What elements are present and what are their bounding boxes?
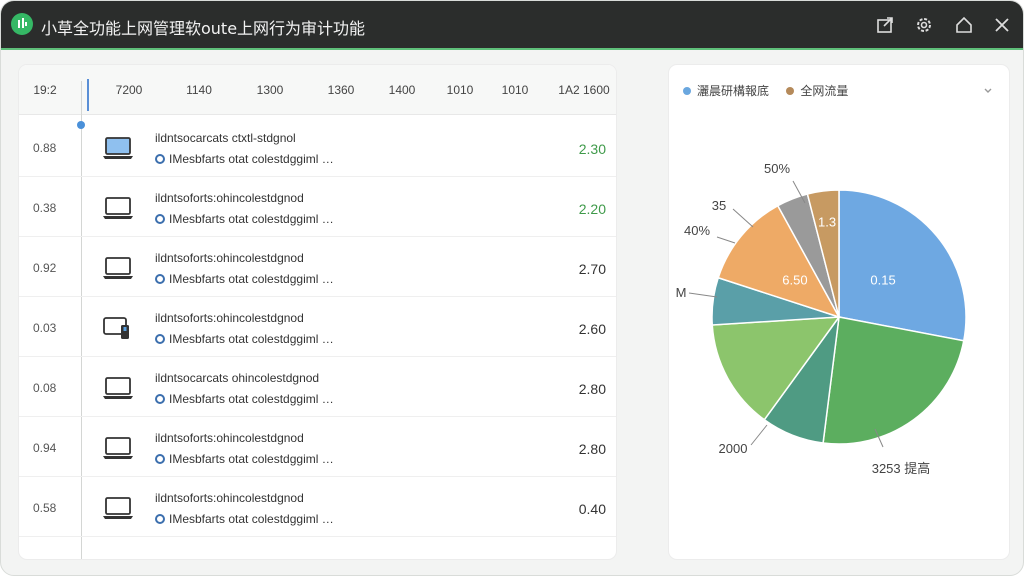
axis-tick-label: 1360 — [327, 83, 355, 97]
row-value: 2.80 — [578, 381, 606, 397]
activity-log-panel: 19:2 7200 1140 1300 1360 1400 1010 1010 … — [19, 65, 616, 559]
chart-annotation: 50% — [764, 161, 790, 176]
axis-tick-label: 1140 — [186, 83, 212, 97]
pie-slice[interactable] — [838, 189, 967, 342]
activity-row[interactable]: 0.94 ildntsoforts:ohincolestdgnod IMesbfar… — [19, 417, 616, 477]
row-subtitle-text: IMesbfarts otat colestdggiml … — [169, 452, 334, 466]
app-logo-icon — [11, 13, 33, 35]
row-time: 0.92 — [33, 261, 57, 275]
settings-button[interactable] — [913, 14, 935, 36]
row-title: ildntsoforts:ohincolestdgnod — [155, 491, 304, 505]
home-icon — [956, 16, 972, 33]
pie-slice[interactable] — [822, 316, 965, 445]
laptop-icon — [101, 375, 135, 401]
row-subtitle-text: IMesbfarts otat colestdggiml … — [169, 272, 334, 286]
row-subtitle-text: IMesbfarts otat colestdggiml … — [169, 212, 334, 226]
activity-row[interactable]: 0.08 ildntsocarcats ohincolestdgnod IMesbf… — [19, 357, 616, 417]
row-subtitle-text: IMesbfarts otat colestdggiml … — [169, 332, 334, 346]
activity-row[interactable]: 0.38 ildntsoforts:ohincolestdgnod IMesbfar… — [19, 177, 616, 237]
axis-tick-label: 1010 — [501, 83, 529, 97]
status-dot-icon — [155, 274, 165, 284]
row-title: ildntsoforts:ohincolestdgnod — [155, 431, 304, 445]
row-value: 2.20 — [578, 201, 606, 217]
settings-icon — [917, 18, 931, 32]
row-subtitle: IMesbfarts otat colestdggiml … — [155, 452, 334, 466]
status-dot-icon — [155, 214, 165, 224]
window-title: 小草全功能上网管理软oute上网行为审计功能 — [41, 19, 366, 38]
activity-row[interactable]: 0.03 ildntsoforts:ohincolestdgnod IMesbfar… — [19, 297, 616, 357]
activity-row[interactable]: 0.58 ildntsoforts:ohincolestdgnod IMesbfar… — [19, 477, 616, 537]
chart-annotation: 35 — [712, 198, 726, 213]
row-time: 0.88 — [33, 141, 57, 155]
row-value: 0.40 — [578, 501, 606, 517]
axis-tick-label: 1400 — [388, 83, 416, 97]
desktop-icon — [101, 315, 135, 341]
row-subtitle: IMesbfarts otat colestdggiml … — [155, 512, 334, 526]
laptop-icon — [101, 435, 135, 461]
row-value: 2.70 — [578, 261, 606, 277]
laptop-icon — [101, 135, 135, 161]
pie-slice-label: 6.50 — [782, 273, 807, 288]
title-bar: 小草全功能上网管理软oute上网行为审计功能 — [1, 1, 1023, 50]
chart-annotation: M — [676, 285, 687, 300]
traffic-chart-panel: 灑晨研構報底 全网流量 0.15 6.50 1.3 50% 35 40% M 2000 3253… — [669, 65, 1009, 559]
row-time: 0.94 — [33, 441, 57, 455]
axis-tick-label: 7200 — [115, 83, 143, 97]
axis-tick-label: 19:2 — [33, 83, 57, 97]
export-button[interactable] — [874, 14, 896, 36]
row-value: 2.80 — [578, 441, 606, 457]
close-icon — [995, 18, 1009, 32]
axis-tick-label: 1A2 1600 — [558, 83, 610, 97]
axis-tick-label: 1300 — [256, 83, 284, 97]
status-dot-icon — [155, 454, 165, 464]
row-value: 2.30 — [578, 141, 606, 157]
axis-tick-label: 1010 — [446, 83, 474, 97]
export-icon — [877, 17, 893, 33]
row-title: ildntsoforts:ohincolestdgnod — [155, 311, 304, 325]
laptop-icon — [101, 195, 135, 221]
chart-annotation: 40% — [684, 223, 710, 238]
app-window: 小草全功能上网管理软oute上网行为审计功能 19:2 7200 1140 13… — [0, 0, 1024, 576]
annotation-leader-line — [716, 236, 736, 244]
annotation-leader-line — [688, 292, 718, 298]
status-dot-icon — [155, 514, 165, 524]
row-time: 0.08 — [33, 381, 57, 395]
row-subtitle: IMesbfarts otat colestdggiml … — [155, 212, 334, 226]
activity-row[interactable]: 0.88 ildntsocarcats ctxtl-stdgnol IMesbfar… — [19, 117, 616, 177]
timeline-cursor-handle[interactable] — [87, 79, 89, 111]
row-time: 0.03 — [33, 321, 57, 335]
traffic-pie-chart: 0.15 6.50 1.3 50% 3540% M 2000 3253 提高 — [676, 161, 967, 476]
chart-annotation: 2000 — [719, 441, 748, 456]
row-subtitle-text: IMesbfarts otat colestdggiml … — [169, 152, 334, 166]
chart-annotation: 3253 提高 — [872, 461, 931, 476]
row-time: 0.58 — [33, 501, 57, 515]
row-value: 2.60 — [578, 321, 606, 337]
row-title: ildntsocarcats ohincolestdgnod — [155, 371, 320, 385]
status-dot-icon — [155, 154, 165, 164]
laptop-icon — [101, 495, 135, 521]
activity-row[interactable]: 0.92 ildntsoforts:ohincolestdgnod IMesbfar… — [19, 237, 616, 297]
laptop-icon — [101, 255, 135, 281]
row-title: ildntsoforts:ohincolestdgnod — [155, 251, 304, 265]
row-subtitle-text: IMesbfarts otat colestdggiml … — [169, 512, 334, 526]
annotation-leader-line — [732, 208, 754, 228]
pie-slice-label: 0.15 — [870, 273, 895, 288]
status-dot-icon — [155, 334, 165, 344]
time-axis: 19:2 7200 1140 1300 1360 1400 1010 1010 … — [19, 65, 616, 115]
row-subtitle: IMesbfarts otat colestdggiml … — [155, 152, 334, 166]
row-title: ildntsocarcats ctxtl-stdgnol — [155, 131, 296, 145]
pie-slice-label: 1.3 — [818, 215, 836, 230]
row-subtitle-text: IMesbfarts otat colestdggiml … — [169, 392, 334, 406]
annotation-leader-line — [750, 424, 768, 446]
row-title: ildntsoforts:ohincolestdgnod — [155, 191, 304, 205]
home-button[interactable] — [953, 14, 975, 36]
status-dot-icon — [155, 394, 165, 404]
close-button[interactable] — [991, 14, 1013, 36]
row-subtitle: IMesbfarts otat colestdggiml … — [155, 332, 334, 346]
row-subtitle: IMesbfarts otat colestdggiml … — [155, 272, 334, 286]
row-time: 0.38 — [33, 201, 57, 215]
row-subtitle: IMesbfarts otat colestdggiml … — [155, 392, 334, 406]
